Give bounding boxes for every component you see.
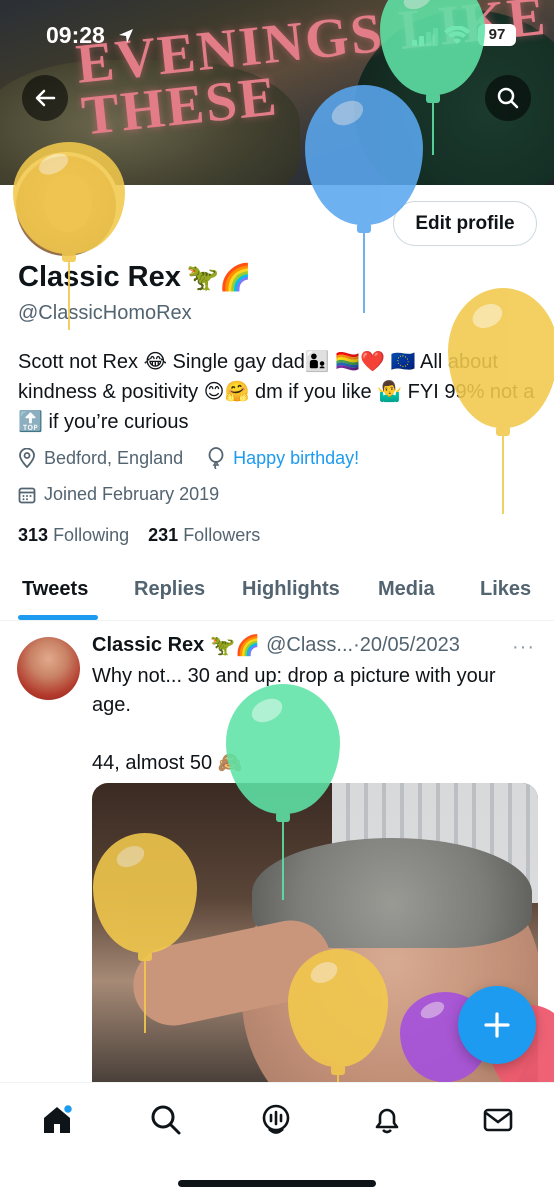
tab-likes[interactable]: Likes bbox=[480, 578, 531, 601]
balloon bbox=[380, 0, 485, 155]
following-label: Following bbox=[53, 525, 130, 545]
followers-count: 231 bbox=[148, 525, 179, 545]
profile-location: Bedford, England bbox=[44, 447, 184, 468]
profile-name: Classic Rex 🦖🌈 bbox=[18, 261, 252, 294]
balloon bbox=[13, 142, 125, 330]
balloon bbox=[226, 684, 340, 900]
tweet-author-name[interactable]: Classic Rex bbox=[92, 634, 204, 657]
profile-name-emoji: 🦖🌈 bbox=[186, 262, 252, 292]
tweet-date: ·20/05/2023 bbox=[353, 634, 460, 656]
active-tab-indicator bbox=[18, 615, 98, 620]
tweet-author-emoji: 🦖🌈 bbox=[210, 635, 261, 657]
search-icon[interactable] bbox=[149, 1103, 183, 1137]
search-icon bbox=[497, 87, 519, 109]
balloon bbox=[288, 949, 388, 1097]
birthday-link[interactable]: Happy birthday! bbox=[233, 448, 359, 469]
home-indicator bbox=[178, 1180, 376, 1187]
following-count: 313 bbox=[18, 525, 49, 545]
spaces-icon[interactable] bbox=[259, 1103, 293, 1137]
tweet-more-button[interactable]: ··· bbox=[512, 636, 535, 659]
notifications-icon[interactable] bbox=[370, 1103, 404, 1137]
home-icon[interactable] bbox=[40, 1103, 74, 1137]
balloon bbox=[305, 85, 423, 313]
plus-icon bbox=[484, 1012, 510, 1038]
profile-name-text: Classic Rex bbox=[18, 261, 181, 293]
profile-handle: @ClassicHomoRex bbox=[18, 302, 192, 324]
profile-meta-row: Bedford, England Happy birthday! bbox=[18, 447, 359, 469]
profile-tabs: Tweets Replies Highlights Media Likes bbox=[0, 565, 554, 621]
search-button[interactable] bbox=[485, 75, 531, 121]
followers-link[interactable]: 231 Followers bbox=[148, 525, 260, 545]
compose-tweet-button[interactable] bbox=[458, 986, 536, 1064]
back-arrow-icon bbox=[35, 89, 56, 107]
tweet-header: Classic Rex 🦖🌈 @Class... ·20/05/2023 bbox=[92, 633, 460, 658]
tab-tweets[interactable]: Tweets bbox=[22, 578, 88, 601]
tab-highlights[interactable]: Highlights bbox=[242, 578, 340, 601]
followers-label: Followers bbox=[183, 525, 261, 545]
tab-replies[interactable]: Replies bbox=[134, 578, 205, 601]
balloon-icon bbox=[208, 447, 224, 469]
back-button[interactable] bbox=[22, 75, 68, 121]
status-time: 09:28 bbox=[46, 22, 105, 48]
tweet-avatar[interactable] bbox=[17, 637, 80, 700]
tweet-author-handle: @Class... bbox=[266, 634, 354, 656]
location-pin-icon bbox=[19, 448, 35, 468]
tab-media[interactable]: Media bbox=[378, 578, 435, 601]
profile-joined-row: Joined February 2019 bbox=[18, 484, 219, 505]
follow-stats: 313 Following 231 Followers bbox=[18, 525, 260, 546]
profile-joined: Joined February 2019 bbox=[44, 484, 220, 504]
messages-icon[interactable] bbox=[481, 1103, 515, 1137]
balloon bbox=[448, 288, 554, 514]
balloon bbox=[93, 833, 197, 1033]
following-link[interactable]: 313 Following bbox=[18, 525, 129, 545]
location-arrow-icon bbox=[119, 29, 133, 43]
calendar-icon bbox=[18, 487, 36, 503]
